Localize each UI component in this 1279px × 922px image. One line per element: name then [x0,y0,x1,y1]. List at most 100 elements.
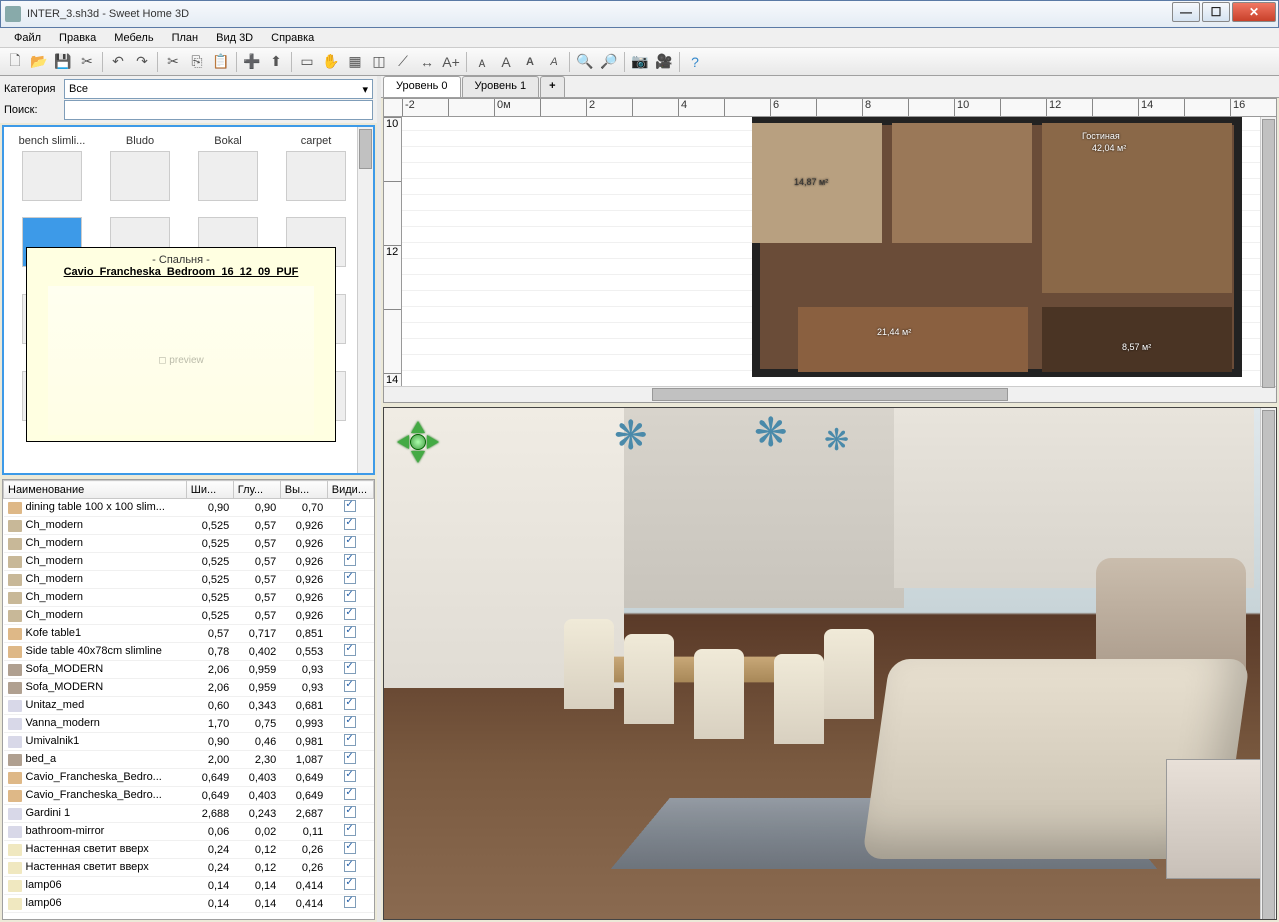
checkbox-icon[interactable] [344,518,356,530]
tab-level-0[interactable]: Уровень 0 [383,76,461,97]
table-row[interactable]: bed_a 2,00 2,30 1,087 [4,751,374,769]
col-width[interactable]: Ши... [186,481,233,499]
catalog-item[interactable]: carpet [272,135,360,203]
checkbox-icon[interactable] [344,752,356,764]
category-select[interactable]: Все ▾ [64,79,373,99]
nav-compass[interactable] [390,414,446,470]
col-height[interactable]: Вы... [280,481,327,499]
nav-down-icon[interactable] [411,451,425,470]
catalog-scrollbar[interactable] [357,127,373,473]
checkbox-icon[interactable] [344,788,356,800]
cell-visible[interactable] [327,571,373,589]
table-row[interactable]: Ch_modern 0,525 0,57 0,926 [4,607,374,625]
table-row[interactable]: Sofa_MODERN 2,06 0,959 0,93 [4,679,374,697]
checkbox-icon[interactable] [344,896,356,908]
checkbox-icon[interactable] [344,572,356,584]
cell-visible[interactable] [327,805,373,823]
table-row[interactable]: Cavio_Francheska_Bedro... 0,649 0,403 0,… [4,787,374,805]
table-row[interactable]: Настенная светит вверх 0,24 0,12 0,26 [4,841,374,859]
text-large-icon[interactable]: A [495,51,517,73]
polyline-icon[interactable]: ⟋ [392,51,414,73]
checkbox-icon[interactable] [344,680,356,692]
cell-visible[interactable] [327,877,373,895]
select-icon[interactable]: ▭ [296,51,318,73]
copy-icon[interactable]: ⎘ [186,51,208,73]
cell-visible[interactable] [327,751,373,769]
checkbox-icon[interactable] [344,770,356,782]
cell-visible[interactable] [327,697,373,715]
cell-visible[interactable] [327,733,373,751]
undo-icon[interactable]: ↶ [107,51,129,73]
table-row[interactable]: lamp06 0,14 0,14 0,414 [4,895,374,913]
wall-icon[interactable]: ▦ [344,51,366,73]
checkbox-icon[interactable] [344,500,356,512]
new-icon[interactable]: 🗋 [4,51,26,73]
checkbox-icon[interactable] [344,842,356,854]
cell-visible[interactable] [327,607,373,625]
pan-icon[interactable]: ✋ [320,51,342,73]
cell-visible[interactable] [327,895,373,913]
save-icon[interactable]: 💾 [52,51,74,73]
menu-furniture[interactable]: Мебель [106,30,161,45]
zoom-in-icon[interactable]: 🔍 [574,51,596,73]
table-row[interactable]: Ch_modern 0,525 0,57 0,926 [4,517,374,535]
checkbox-icon[interactable] [344,806,356,818]
table-row[interactable]: Vanna_modern 1,70 0,75 0,993 [4,715,374,733]
text-small-icon[interactable]: ᴀ [471,51,493,73]
cell-visible[interactable] [327,841,373,859]
tab-add-level[interactable]: + [540,76,564,97]
cell-visible[interactable] [327,661,373,679]
checkbox-icon[interactable] [344,554,356,566]
table-row[interactable]: Gardini 1 2,688 0,243 2,687 [4,805,374,823]
tab-level-1[interactable]: Уровень 1 [462,76,540,97]
cell-visible[interactable] [327,769,373,787]
photo-icon[interactable]: 📷 [629,51,651,73]
cell-visible[interactable] [327,517,373,535]
table-row[interactable]: Ch_modern 0,525 0,57 0,926 [4,553,374,571]
checkbox-icon[interactable] [344,536,356,548]
table-row[interactable]: Unitaz_med 0,60 0,343 0,681 [4,697,374,715]
cell-visible[interactable] [327,859,373,877]
cell-visible[interactable] [327,625,373,643]
plan-scrollbar-v[interactable] [1260,117,1276,386]
catalog-item[interactable]: bench slimli... [8,135,96,203]
checkbox-icon[interactable] [344,824,356,836]
nav-center-icon[interactable] [410,434,426,450]
search-input[interactable] [64,100,373,120]
dimension-icon[interactable]: ↔ [416,51,438,73]
view3d-panel[interactable]: ❋ ❋ ❋ [383,407,1277,920]
checkbox-icon[interactable] [344,662,356,674]
table-row[interactable]: Umivalnik1 0,90 0,46 0,981 [4,733,374,751]
text-bold-icon[interactable]: A [519,51,541,73]
menu-file[interactable]: Файл [6,30,49,45]
plan-scrollbar-h[interactable] [384,386,1276,402]
checkbox-icon[interactable] [344,698,356,710]
nav-left-icon[interactable] [390,435,409,449]
table-row[interactable]: Side table 40x78cm slimline 0,78 0,402 0… [4,643,374,661]
text-icon[interactable]: A+ [440,51,462,73]
zoom-out-icon[interactable]: 🔎 [598,51,620,73]
help-icon[interactable]: ? [684,51,706,73]
checkbox-icon[interactable] [344,626,356,638]
paste-icon[interactable]: 📋 [210,51,232,73]
cell-visible[interactable] [327,823,373,841]
checkbox-icon[interactable] [344,590,356,602]
cell-visible[interactable] [327,553,373,571]
plan-panel[interactable]: -20м246810121416 101214 14,87 м² 21,44 м… [383,98,1277,403]
import-icon[interactable]: ⬆ [265,51,287,73]
cell-visible[interactable] [327,787,373,805]
cell-visible[interactable] [327,643,373,661]
col-name[interactable]: Наименование [4,481,187,499]
catalog-item[interactable]: Bludo [96,135,184,203]
col-depth[interactable]: Глу... [233,481,280,499]
checkbox-icon[interactable] [344,716,356,728]
menu-plan[interactable]: План [164,30,207,45]
maximize-button[interactable]: ☐ [1202,2,1230,22]
video-icon[interactable]: 🎥 [653,51,675,73]
cell-visible[interactable] [327,679,373,697]
cell-visible[interactable] [327,499,373,517]
table-row[interactable]: Sofa_MODERN 2,06 0,959 0,93 [4,661,374,679]
cell-visible[interactable] [327,589,373,607]
table-row[interactable]: Ch_modern 0,525 0,57 0,926 [4,571,374,589]
cell-visible[interactable] [327,715,373,733]
